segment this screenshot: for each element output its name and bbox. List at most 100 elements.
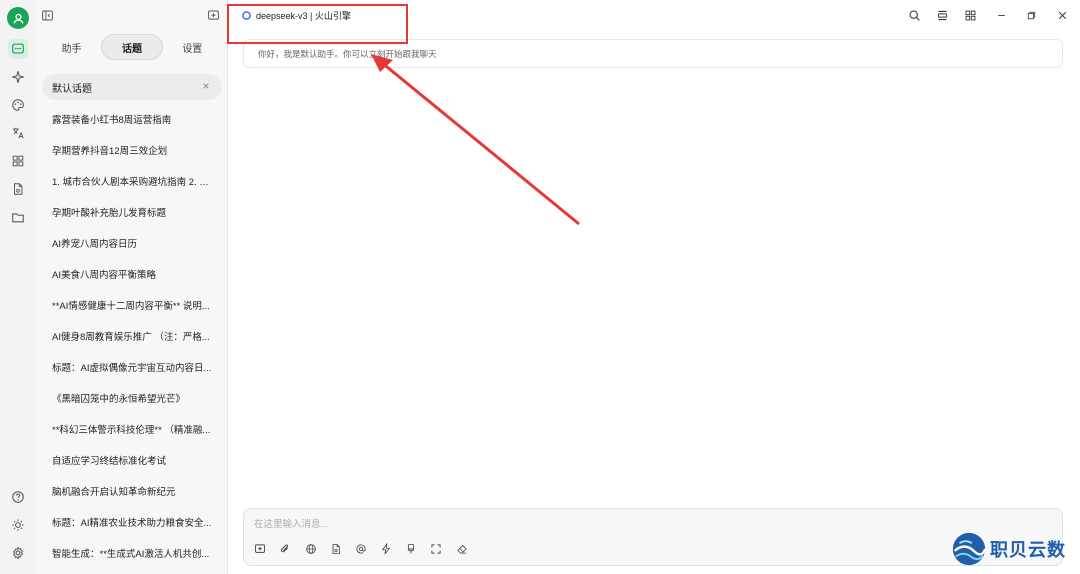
close-icon <box>1058 11 1066 19</box>
new-topic-tool-button[interactable] <box>252 541 268 557</box>
current-topic-item[interactable]: 默认话题 × <box>42 74 222 100</box>
brush-icon <box>407 544 415 554</box>
minimize-icon <box>997 14 1005 16</box>
knowledge-base-button[interactable] <box>328 541 344 557</box>
quick-phrase-button[interactable] <box>378 541 394 557</box>
list-item[interactable]: 自适应学习终结标准化考试 <box>42 444 222 475</box>
paperclip-icon <box>281 544 289 553</box>
user-icon <box>12 13 24 24</box>
list-item[interactable]: **科幻三体警示科技伦理** （精准融... <box>42 413 222 444</box>
list-item[interactable]: 标题：AI虚拟偶像元宇宙互动内容日... <box>42 351 222 382</box>
sidebar-toolbar <box>36 0 228 30</box>
knowledge-nav-button[interactable] <box>8 179 28 199</box>
topic-label: 标题：AI精准农业技术助力粮食安全... <box>52 517 212 529</box>
clear-topic-button[interactable] <box>403 541 419 557</box>
topic-label: 脑机融合开启认知革命新纪元 <box>52 486 176 498</box>
search-button[interactable] <box>906 7 922 23</box>
list-item[interactable]: 1. 城市合伙人剧本采购避坑指南 2. 剧... <box>42 165 222 196</box>
mention-model-button[interactable] <box>353 541 369 557</box>
list-item[interactable]: AI美食八周内容平衡策略 <box>42 258 222 289</box>
watermark-logo-icon <box>952 532 987 566</box>
list-item[interactable]: 智能生成：**生成式AI激活人机共创... <box>42 537 222 568</box>
web-search-button[interactable] <box>303 541 319 557</box>
list-item[interactable]: 露营装备小红书8周运营指南 <box>42 103 222 134</box>
lightning-icon <box>381 543 391 555</box>
topic-sidebar: 助手 话题 设置 默认话题 × 露营装备小红书8周运营指南 孕期营养抖音12周三… <box>36 0 228 574</box>
minapps-button[interactable] <box>962 7 978 23</box>
close-icon[interactable]: × <box>200 79 212 93</box>
apps-nav-button[interactable] <box>8 151 28 171</box>
topic-tray-button[interactable] <box>934 7 950 23</box>
list-item[interactable]: 孕期营养抖音12周三效企划 <box>42 134 222 165</box>
gear-icon <box>12 546 24 560</box>
files-nav-button[interactable] <box>8 207 28 227</box>
theme-toggle-button[interactable] <box>8 515 28 535</box>
topic-label: 《黑暗囚笼中的永恒希望光芒》 <box>52 393 186 405</box>
new-chat-icon <box>255 544 265 553</box>
list-item[interactable]: AI健身8周教育娱乐推广 （注：严格... <box>42 320 222 351</box>
new-topic-button[interactable] <box>205 7 221 23</box>
topic-label: 自适应学习终结标准化考试 <box>52 455 167 467</box>
list-item[interactable]: **AI情感健康十二周内容平衡** 说明... <box>42 289 222 320</box>
document-icon <box>14 183 23 195</box>
chat-nav-button[interactable] <box>8 39 28 59</box>
icon-rail <box>0 0 36 574</box>
translate-nav-button[interactable] <box>8 123 28 143</box>
list-item[interactable]: 脑机融合开启认知革命新纪元 <box>42 475 222 506</box>
grid-icon <box>12 155 24 167</box>
question-icon <box>12 491 24 503</box>
grid-icon <box>965 10 975 20</box>
topic-label: 露营装备小红书8周运营指南 <box>52 114 172 126</box>
list-item[interactable]: 《黑暗囚笼中的永恒希望光芒》 <box>42 382 222 413</box>
close-window-button[interactable] <box>1054 7 1070 23</box>
agents-nav-button[interactable] <box>8 67 28 87</box>
at-icon <box>356 544 366 554</box>
topic-label: 标题：AI虚拟偶像元宇宙互动内容日... <box>52 362 212 374</box>
list-item[interactable]: 标题：AI精准农业技术助力粮食安全... <box>42 506 222 537</box>
sidebar-tabs: 助手 话题 设置 <box>42 34 222 60</box>
globe-icon <box>306 544 316 554</box>
sun-icon <box>12 519 24 531</box>
message-composer <box>243 508 1063 566</box>
topic-label: 孕期营养抖音12周三效企划 <box>52 145 168 157</box>
paint-nav-button[interactable] <box>8 95 28 115</box>
topic-label: **AI情感健康十二周内容平衡** 说明... <box>52 300 210 312</box>
topic-label: **科幻三体警示科技伦理** （精准融... <box>52 424 211 436</box>
help-button[interactable] <box>8 487 28 507</box>
palette-icon <box>12 99 24 111</box>
search-icon <box>909 10 920 21</box>
tab-topics[interactable]: 话题 <box>101 34 163 60</box>
topic-label: 孕期叶酸补充胎儿发育标题 <box>52 207 167 219</box>
expand-icon <box>431 544 441 554</box>
attach-button[interactable] <box>277 541 293 557</box>
restore-icon <box>1027 11 1035 19</box>
settings-button[interactable] <box>8 543 28 563</box>
tab-assistant[interactable]: 助手 <box>42 34 101 60</box>
watermark: 职贝云数 <box>950 528 1076 570</box>
translate-icon <box>12 127 24 139</box>
avatar[interactable] <box>7 7 29 29</box>
clear-context-button[interactable] <box>454 541 470 557</box>
topic-label: 1. 城市合伙人剧本采购避坑指南 2. 剧... <box>52 176 212 188</box>
message-input[interactable] <box>254 515 1044 533</box>
eraser-icon <box>457 545 467 554</box>
document-icon <box>332 544 340 554</box>
topic-label: 智能生成：**生成式AI激活人机共创... <box>52 548 210 560</box>
minimize-button[interactable] <box>993 7 1009 23</box>
list-item[interactable]: AI养宠八周内容日历 <box>42 227 222 258</box>
new-chat-icon <box>207 10 219 20</box>
sidebar-collapse-icon <box>41 10 53 20</box>
watermark-text: 职贝云数 <box>990 540 1066 561</box>
maximize-button[interactable] <box>1023 7 1039 23</box>
tab-settings[interactable]: 设置 <box>163 34 222 60</box>
sparkle-icon <box>12 71 24 83</box>
annotation-highlight-box <box>227 4 408 44</box>
list-item[interactable]: 孕期叶酸补充胎儿发育标题 <box>42 196 222 227</box>
expand-button[interactable] <box>428 541 444 557</box>
tray-icon <box>937 10 947 20</box>
collapse-sidebar-button[interactable] <box>39 7 55 23</box>
topic-list: 露营装备小红书8周运营指南 孕期营养抖音12周三效企划 1. 城市合伙人剧本采购… <box>42 103 222 568</box>
folder-icon <box>12 213 24 223</box>
greeting-text: 你好，我是默认助手。你可以立刻开始跟我聊天 <box>258 48 437 59</box>
topic-label: AI健身8周教育娱乐推广 （注：严格... <box>52 331 210 343</box>
